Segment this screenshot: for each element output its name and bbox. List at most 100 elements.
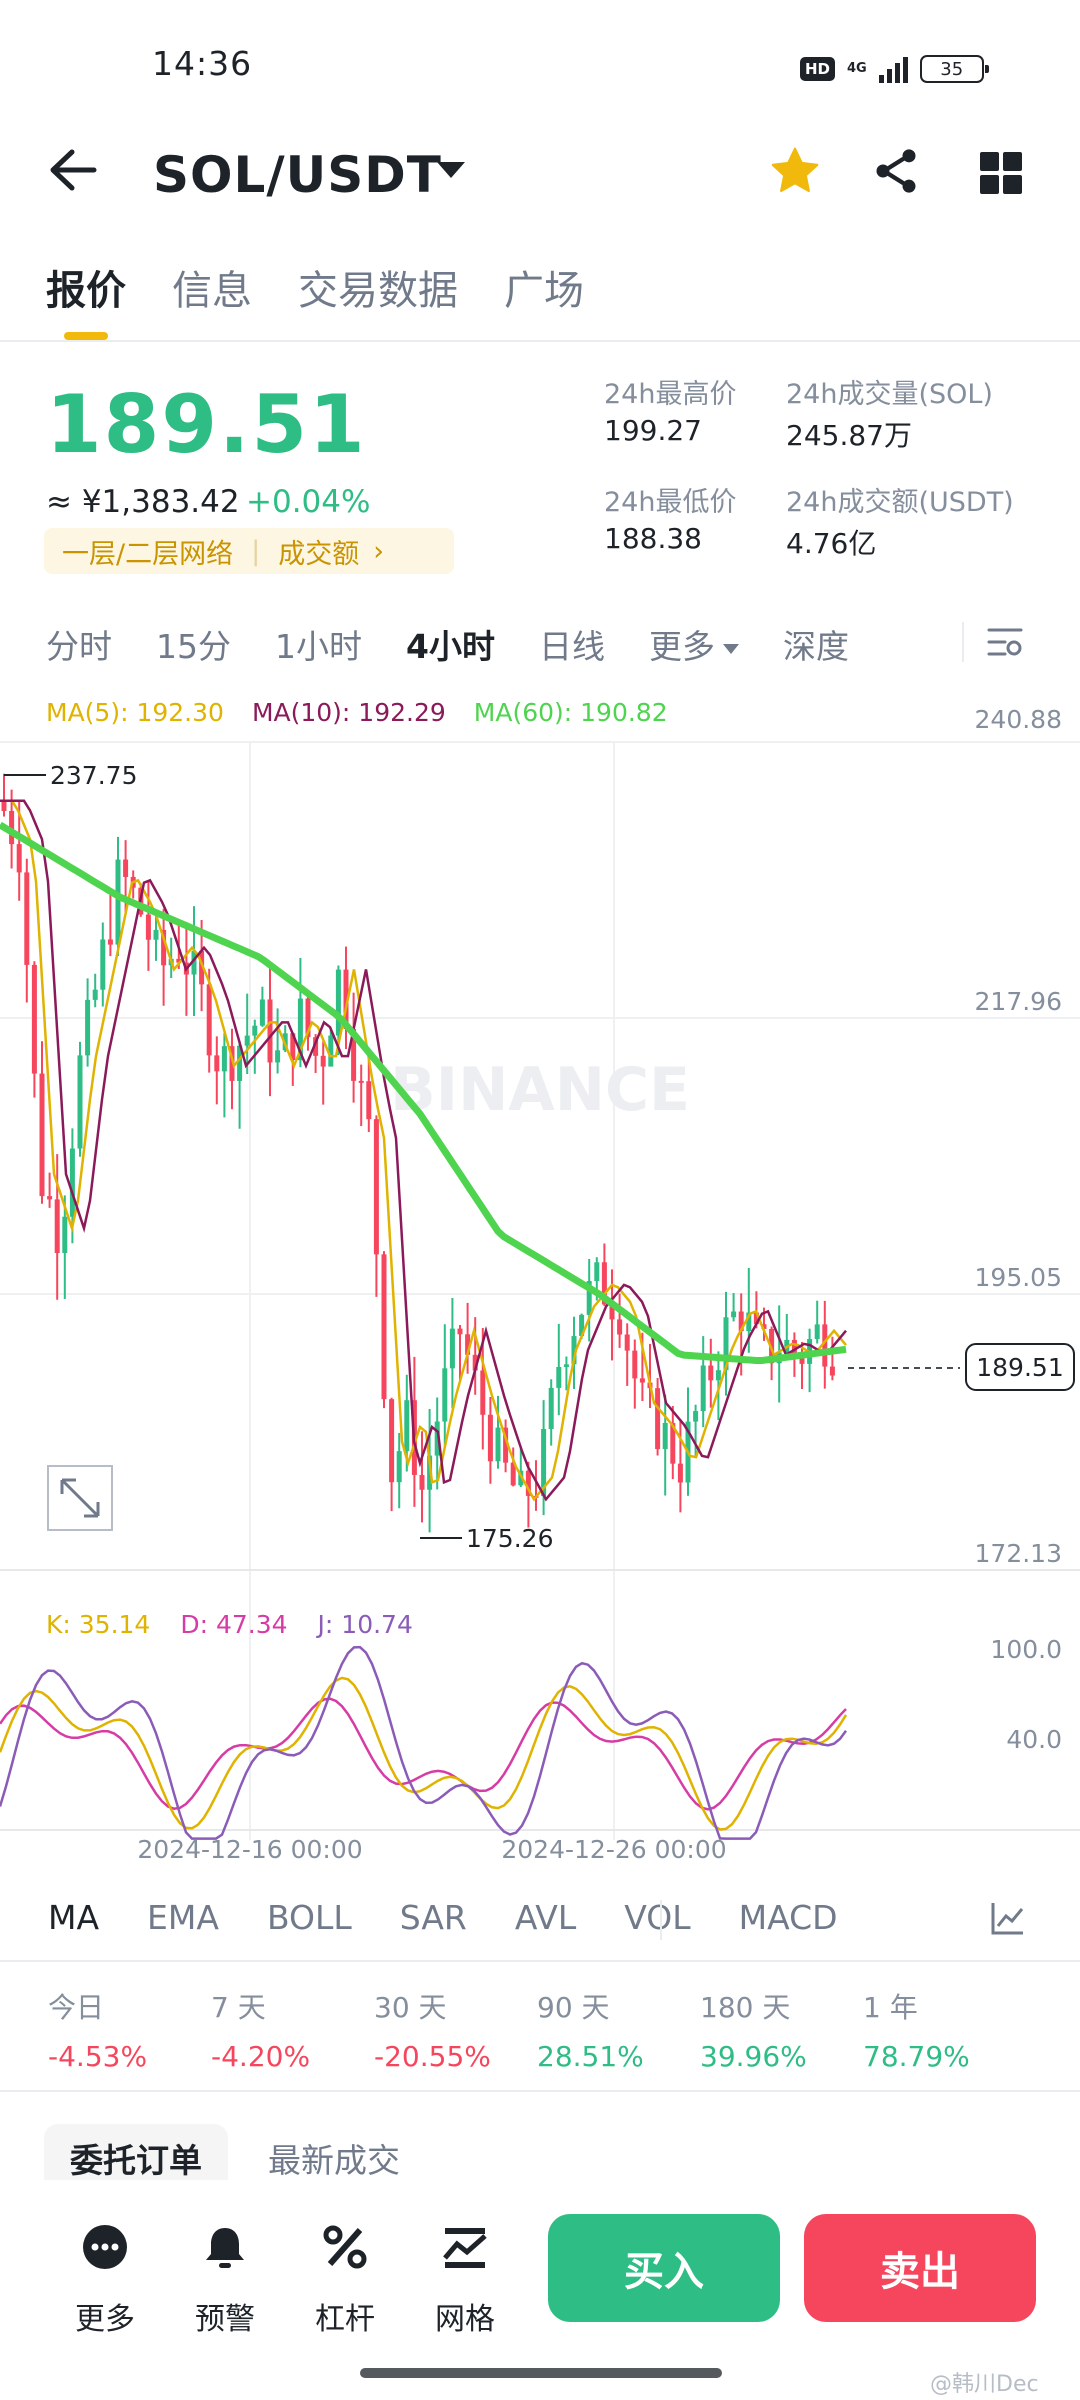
interval-more[interactable]: 更多: [649, 620, 739, 668]
indicator-settings-icon[interactable]: [990, 1900, 1026, 1936]
perf-today: 今日 -4.53%: [48, 1986, 211, 2073]
perf-label: 30 天: [374, 1991, 447, 2024]
interval-more-label: 更多: [648, 627, 715, 666]
battery-level: 35: [940, 58, 964, 80]
price-change: +0.04%: [246, 484, 371, 520]
candle-body: [252, 1025, 258, 1036]
chart-settings-icon[interactable]: [985, 624, 1025, 660]
bottom-more-label: 更多: [75, 2302, 135, 2337]
candle-body: [85, 999, 91, 1056]
kdj-j-label: J: 10.74: [317, 1610, 413, 1639]
divider: [0, 1960, 1080, 1962]
share-icon[interactable]: [870, 145, 922, 197]
interval-15m[interactable]: 15分: [156, 620, 231, 668]
bottom-leverage-button[interactable]: 杠杆: [300, 2222, 390, 2338]
indicator-sar[interactable]: SAR: [400, 1898, 467, 1937]
candle-body: [594, 1262, 600, 1281]
indicator-macd[interactable]: MACD: [739, 1898, 838, 1937]
indicator-ma[interactable]: MA: [48, 1898, 99, 1937]
y-tick-label: 240.88: [975, 705, 1062, 734]
perf-value: 78.79%: [863, 2040, 970, 2073]
perf-value: -4.53%: [48, 2040, 148, 2073]
stat-volume-value: 245.87万: [786, 419, 912, 452]
candle-body: [381, 1254, 387, 1400]
pair-dropdown-icon[interactable]: [437, 162, 465, 178]
candle-body: [708, 1365, 714, 1381]
indicator-boll[interactable]: BOLL: [267, 1898, 352, 1937]
candle-body: [206, 984, 212, 1056]
candle-body: [100, 939, 106, 990]
candle-body: [389, 1399, 395, 1483]
grid-trading-icon: [443, 2228, 487, 2268]
bell-icon: [206, 2228, 244, 2268]
bottom-more-button[interactable]: 更多: [60, 2222, 150, 2338]
kdj-lines-group: [0, 1645, 848, 1840]
indicator-vol[interactable]: VOL: [624, 1898, 690, 1937]
perf-value: -20.55%: [374, 2040, 491, 2073]
stat-amount-value: 4.76亿: [786, 527, 877, 560]
interval-4h[interactable]: 4小时: [406, 620, 495, 668]
candle-body: [624, 1334, 630, 1351]
candle-body: [563, 1364, 569, 1367]
perf-label: 1 年: [863, 1991, 918, 2024]
kdj-y-tick: 40.0: [1006, 1725, 1062, 1754]
perf-1y: 1 年 78.79%: [863, 1986, 1026, 2073]
interval-time[interactable]: 分时: [46, 620, 112, 668]
perf-value: 39.96%: [700, 2040, 807, 2073]
tab-square[interactable]: 广场: [504, 258, 584, 316]
battery-icon: 35: [919, 55, 989, 83]
interval-selector: 分时 15分 1小时 4小时 日线 更多 深度: [46, 620, 1046, 668]
indicator-avl[interactable]: AVL: [515, 1898, 576, 1937]
perf-7d: 7 天 -4.20%: [211, 1986, 374, 2073]
sell-button[interactable]: 卖出: [804, 2214, 1036, 2322]
interval-1h[interactable]: 1小时: [275, 620, 362, 668]
kdj-y-tick: 100.0: [990, 1635, 1062, 1664]
kdj-d-line: [0, 1697, 847, 1811]
bottom-alert-button[interactable]: 预警: [180, 2222, 270, 2338]
candle-body: [69, 1148, 75, 1217]
kdj-d-label: D: 47.34: [180, 1610, 288, 1639]
layout-grid-icon[interactable]: [980, 152, 1022, 194]
current-price-label: 189.51: [976, 1353, 1063, 1382]
tab-info[interactable]: 信息: [172, 258, 252, 316]
interval-1d[interactable]: 日线: [539, 620, 605, 668]
candle-body: [107, 939, 113, 945]
perf-90d: 90 天 28.51%: [537, 1986, 700, 2073]
tab-trading-data[interactable]: 交易数据: [298, 258, 458, 316]
interval-depth[interactable]: 深度: [783, 620, 849, 668]
tab-quote[interactable]: 报价: [46, 258, 126, 316]
chart-watermark: BINANCE: [390, 1055, 690, 1125]
chevron-right-icon: ›: [373, 535, 385, 567]
candle-body: [366, 1081, 372, 1120]
performance-row: 今日 -4.53% 7 天 -4.20% 30 天 -20.55% 90 天 28.51…: [48, 1986, 1048, 2073]
buy-button[interactable]: 买入: [548, 2214, 780, 2322]
favorite-star-icon[interactable]: [767, 143, 823, 199]
stat-high-label: 24h最高价: [604, 379, 737, 410]
candle-body: [639, 1378, 645, 1383]
indicator-ema[interactable]: EMA: [147, 1898, 219, 1937]
low-annotation: 175.26: [466, 1524, 553, 1553]
x-tick-label: 2024-12-16 00:00: [137, 1835, 362, 1864]
candle-body: [548, 1387, 554, 1429]
chart-grid: [0, 741, 1080, 1840]
caret-down-icon: [722, 643, 739, 654]
candle-body: [358, 1080, 364, 1083]
candle-body: [693, 1411, 699, 1422]
candle-body: [419, 1474, 425, 1490]
pair-title[interactable]: SOL/USDT: [153, 146, 442, 204]
candle-body: [662, 1422, 668, 1450]
back-arrow-icon[interactable]: [48, 148, 98, 192]
signal-icon: [878, 55, 908, 83]
candle-body: [320, 1055, 326, 1067]
candle-body: [404, 1400, 410, 1452]
hd-icon: HD: [800, 57, 836, 81]
tag-network: 一层/二层网络: [62, 538, 234, 570]
bottom-grid-button[interactable]: 网格: [420, 2222, 510, 2338]
candle-body: [1, 800, 7, 811]
price-chart[interactable]: BINANCE 240.88 217.96 195.05 172.13 237.…: [0, 690, 1080, 1870]
home-indicator[interactable]: [360, 2368, 722, 2378]
candle-body: [373, 1119, 379, 1255]
category-tag[interactable]: 一层/二层网络 | 成交额 ›: [44, 528, 454, 574]
y-tick-label: 172.13: [975, 1539, 1062, 1568]
candle-body: [457, 1328, 463, 1335]
